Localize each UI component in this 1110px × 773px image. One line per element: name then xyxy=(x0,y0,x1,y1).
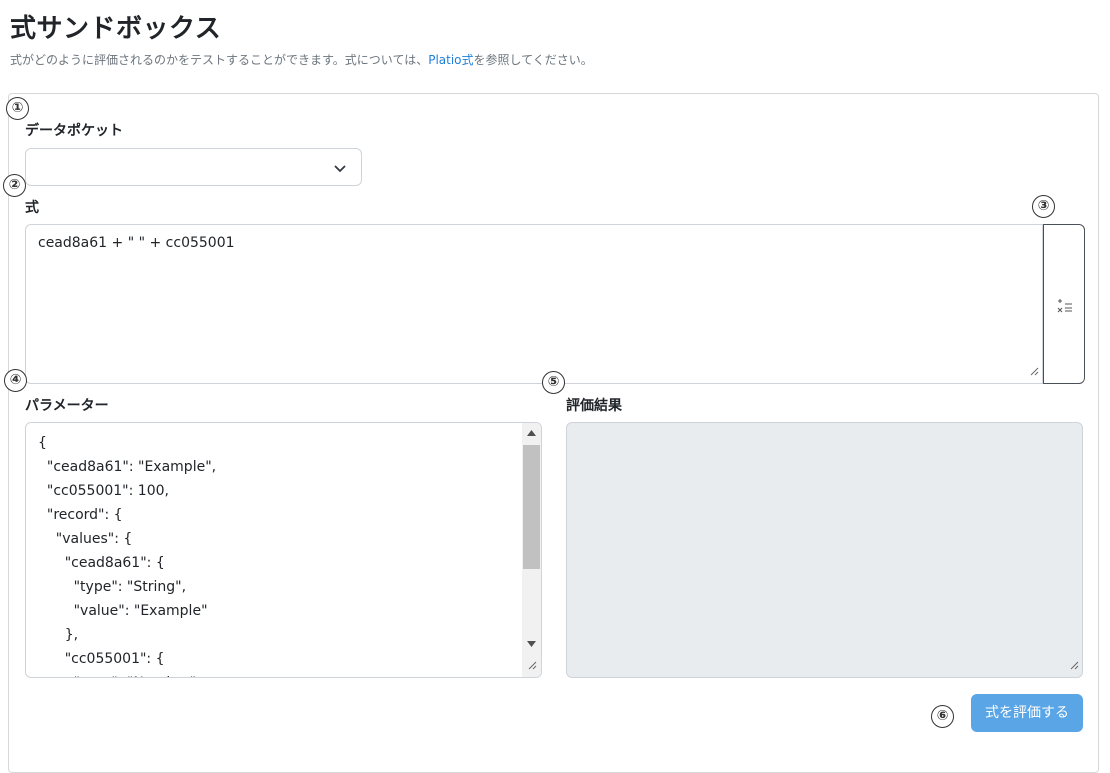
resize-grip-icon[interactable] xyxy=(1069,655,1079,674)
marker-3: ③ xyxy=(1032,195,1055,218)
scroll-up-icon[interactable] xyxy=(527,430,536,436)
calculator-icon xyxy=(1057,299,1072,313)
result-textarea xyxy=(566,422,1083,678)
parameters-label: パラメーター xyxy=(25,398,109,414)
insert-function-button[interactable] xyxy=(1043,224,1085,384)
marker-4: ④ xyxy=(4,369,27,392)
chevron-down-icon xyxy=(333,160,347,179)
data-pocket-select[interactable] xyxy=(25,148,362,186)
parameters-textarea[interactable]: { "cead8a61": "Example", "cc055001": 100… xyxy=(25,422,542,678)
resize-grip-icon[interactable] xyxy=(1029,364,1039,380)
marker-6: ⑥ xyxy=(931,705,954,728)
marker-1: ① xyxy=(6,97,29,120)
platio-formula-link[interactable]: Platio式 xyxy=(428,53,473,67)
description-text-end: を参照してください。 xyxy=(473,53,593,67)
resize-grip-icon[interactable] xyxy=(527,655,537,674)
formula-label: 式 xyxy=(25,200,39,216)
evaluate-formula-button[interactable]: 式を評価する xyxy=(971,694,1083,732)
data-pocket-label: データポケット xyxy=(25,123,123,139)
parameters-json: { "cead8a61": "Example", "cc055001": 100… xyxy=(38,435,217,677)
result-label: 評価結果 xyxy=(566,398,622,414)
marker-2: ② xyxy=(3,174,26,197)
scroll-thumb[interactable] xyxy=(523,445,540,569)
page-title: 式サンドボックス xyxy=(10,14,222,44)
parameters-scrollbar[interactable] xyxy=(522,423,541,677)
page-description: 式がどのように評価されるのかをテストすることができます。式については、Plati… xyxy=(10,51,593,68)
description-text: 式がどのように評価されるのかをテストすることができます。式については、 xyxy=(10,53,429,67)
formula-value: cead8a61 + " " + cc055001 xyxy=(38,235,235,251)
formula-textarea[interactable]: cead8a61 + " " + cc055001 xyxy=(25,224,1043,384)
scroll-down-icon[interactable] xyxy=(527,641,536,647)
marker-5: ⑤ xyxy=(542,371,565,394)
